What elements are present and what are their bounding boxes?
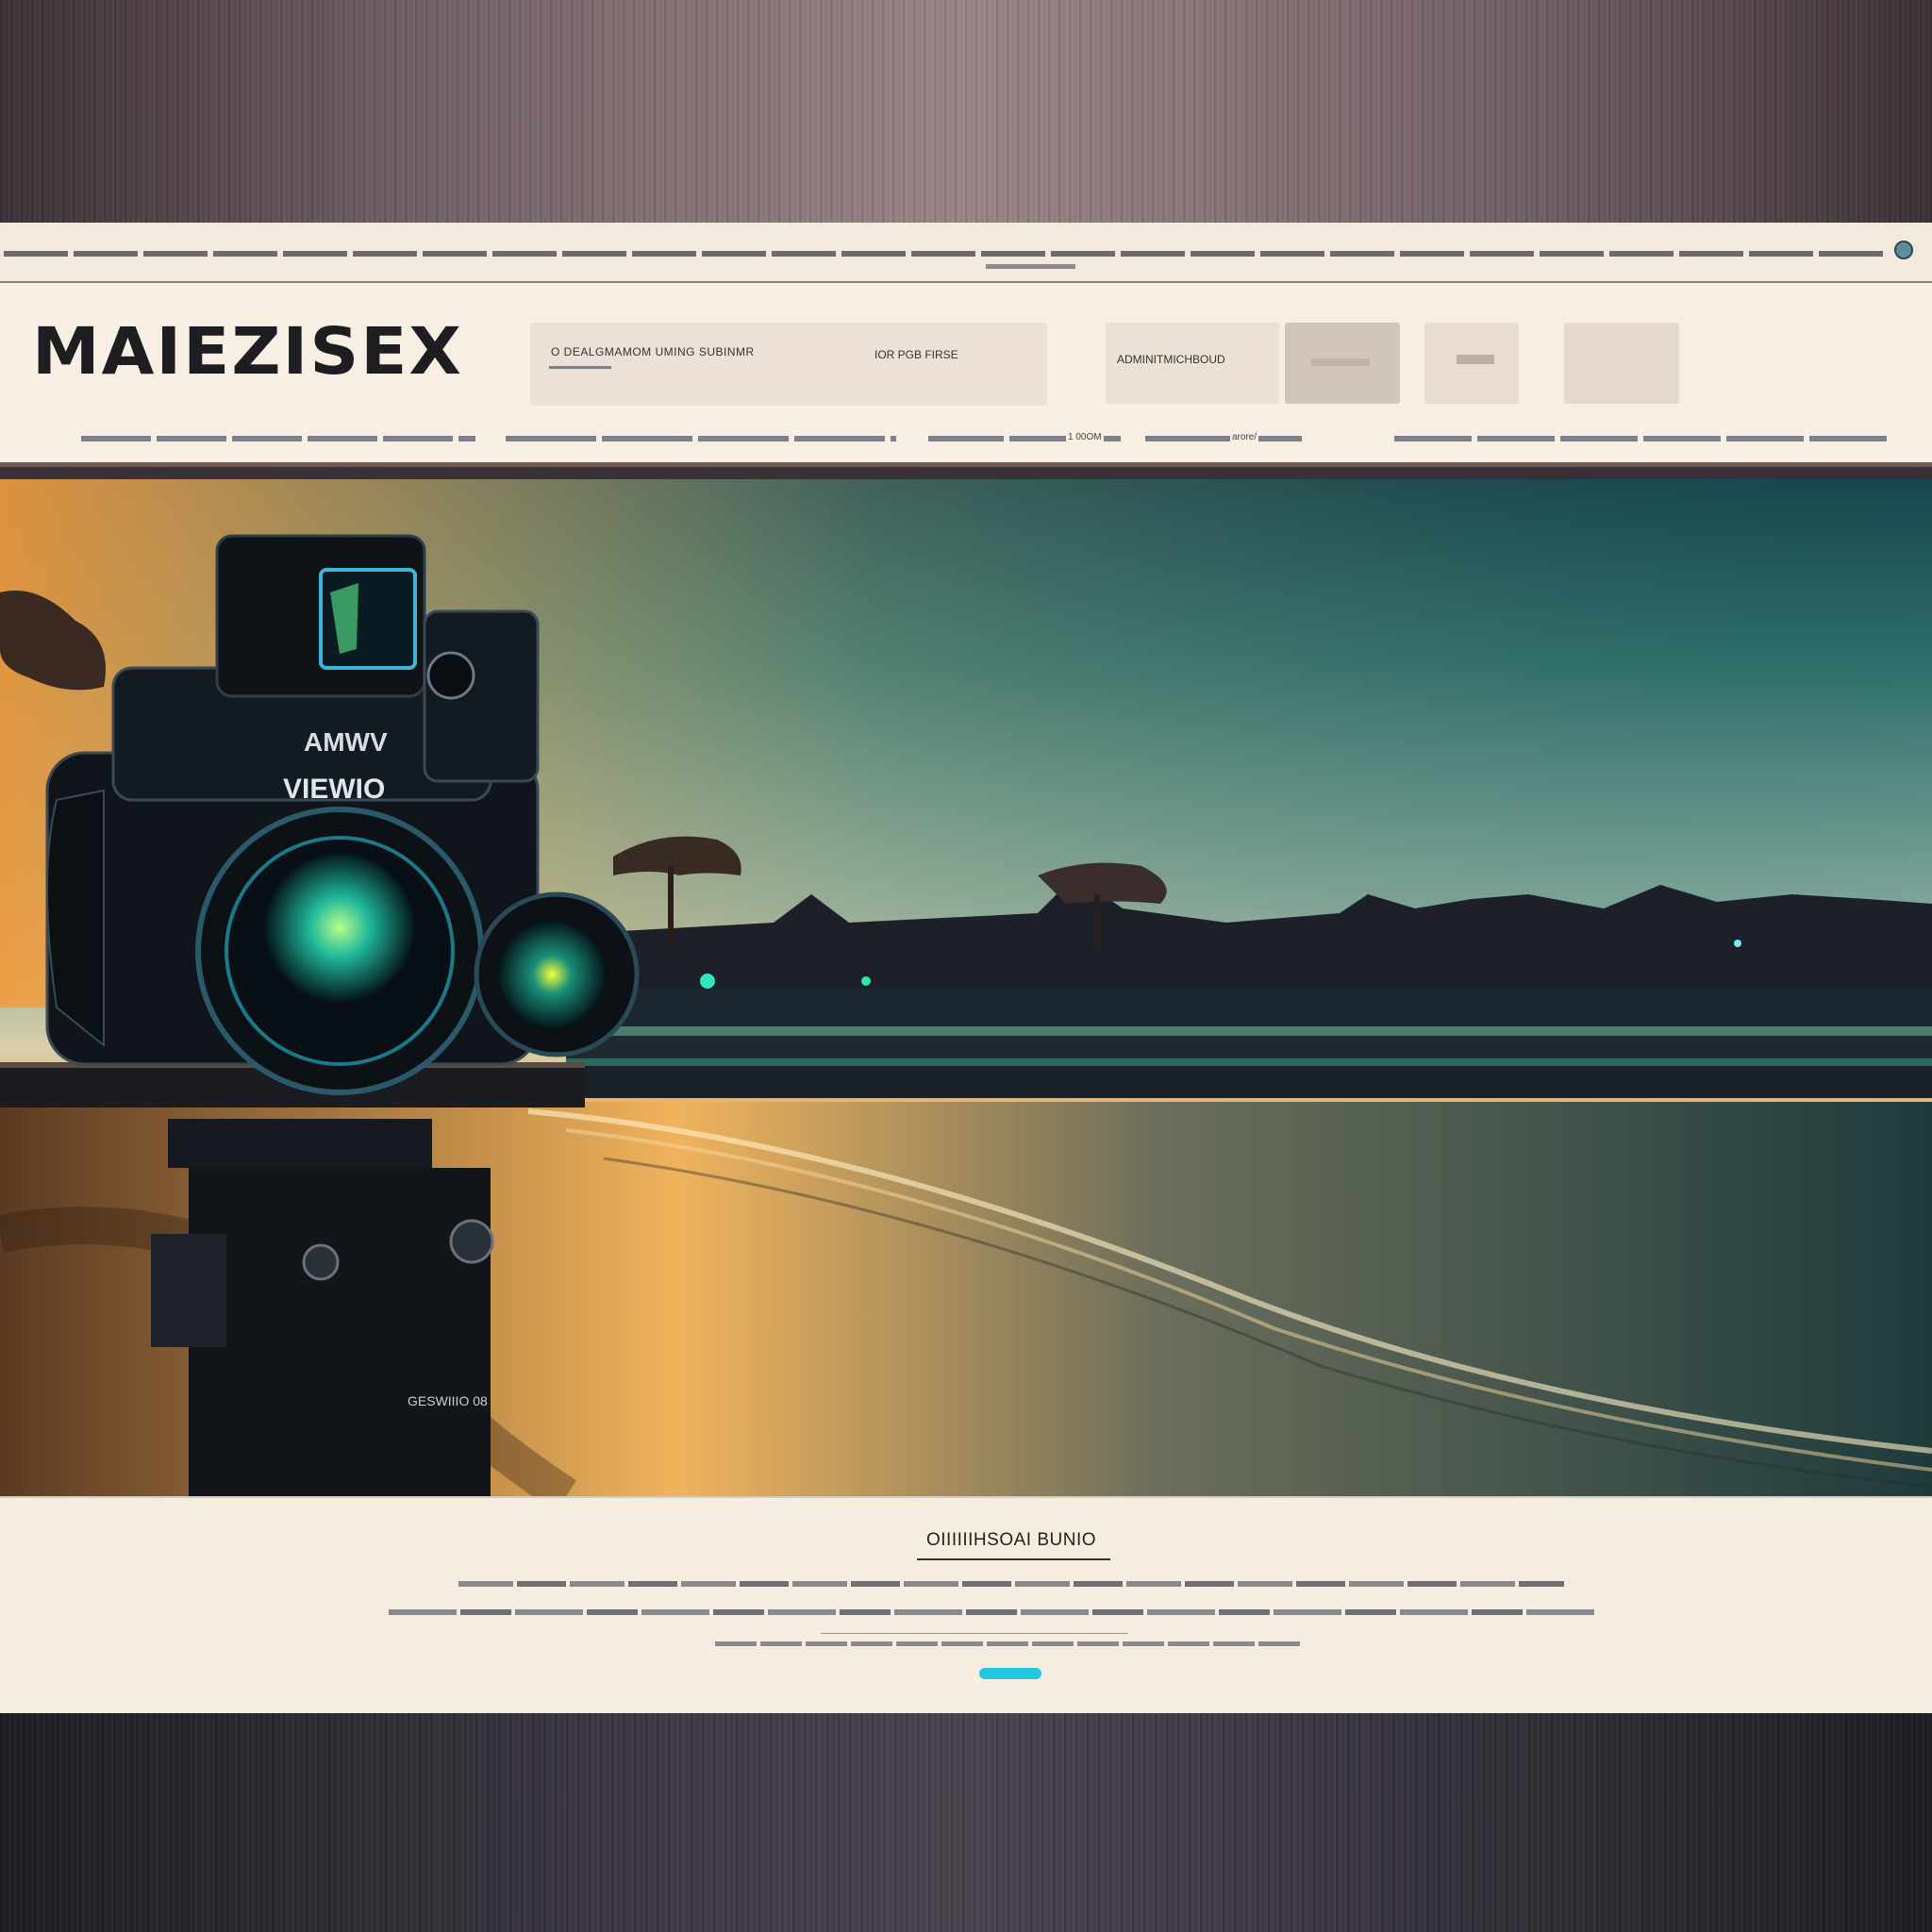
content-section: OIIIIIIHSOAI BUNIO [0,1496,1932,1715]
header-button-admin[interactable]: ADMINITMICHBOUD [1106,323,1279,404]
search-secondary-text: IOR PGB FIRSE [874,348,958,361]
top-wood-background [0,0,1932,223]
status-dot-icon[interactable] [1894,241,1913,259]
section-title: OIIIIIIHSOAI BUNIO [925,1530,1097,1550]
camera-brand-label: VIEWIO [283,774,385,805]
nav-group-4[interactable] [1145,436,1302,441]
header-button-4[interactable] [1564,323,1679,404]
header-button-2[interactable] [1285,323,1400,404]
body-text-line-3 [715,1641,1304,1646]
camera-top-label: AMWV [304,727,388,757]
tripod-label: GESWIIIO 08 [408,1393,488,1408]
header-button-3-placeholder [1457,355,1494,364]
nav-label-2[interactable]: arore/ [1230,432,1259,442]
logo-text: MAIEZISEX [32,313,463,389]
search-text: O DEALGMAMOM UMING SUBINMR [551,345,755,358]
toolbar-placeholder-line [4,251,1889,257]
header-button-2-placeholder [1311,358,1370,366]
bottom-wood-background [0,1713,1932,1932]
hero-banner: GESWIIIO 08 AMWV VIEWIO [0,479,1932,1496]
browser-toolbar [0,223,1932,284]
toolbar-sub-line [986,264,1075,269]
nav-group-5[interactable] [1394,436,1889,441]
body-divider [821,1633,1128,1634]
cta-button[interactable] [979,1668,1041,1679]
hero-image: GESWIIIO 08 AMWV VIEWIO [0,479,1932,1496]
body-text-line-1 [458,1581,1564,1587]
search-box[interactable]: O DEALGMAMOM UMING SUBINMR IOR PGB FIRSE [530,323,1047,406]
nav-group-2[interactable] [506,436,896,441]
nav-group-1[interactable] [81,436,475,441]
search-cursor-underline [549,366,611,369]
section-title-underline [917,1558,1110,1560]
nav-label-1[interactable]: 1 00OM [1066,432,1104,442]
body-text-line-2 [389,1609,1596,1615]
site-logo[interactable]: MAIEZISEX [32,315,463,387]
site-header: MAIEZISEX O DEALGMAMOM UMING SUBINMR IOR… [0,283,1932,467]
header-button-3[interactable] [1424,323,1519,404]
header-button-admin-label: ADMINITMICHBOUD [1117,353,1225,366]
